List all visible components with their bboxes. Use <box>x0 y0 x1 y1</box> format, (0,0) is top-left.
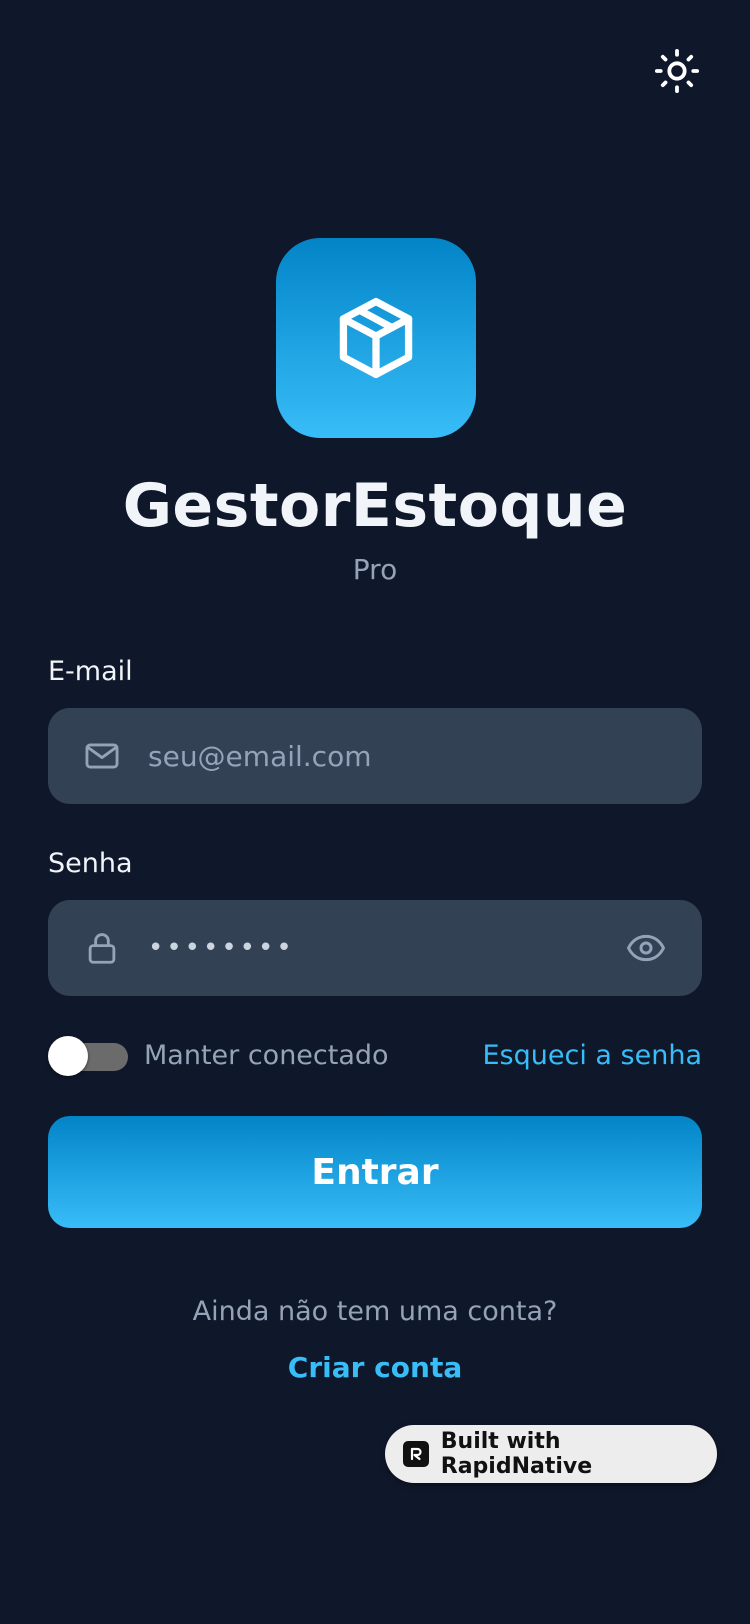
forgot-password-link[interactable]: Esqueci a senha <box>483 1038 703 1074</box>
app-subtitle: Pro <box>352 553 398 586</box>
email-placeholder: seu@email.com <box>148 739 372 773</box>
keep-connected-label: Manter conectado <box>144 1040 389 1071</box>
password-value: •••••••• <box>148 933 295 963</box>
password-field[interactable]: •••••••• <box>48 900 702 996</box>
login-screen: GestorEstoque Pro E-mail seu@email.com S… <box>0 0 750 1624</box>
package-box-icon <box>339 297 413 379</box>
create-account-link[interactable]: Criar conta <box>0 1350 750 1386</box>
lock-icon <box>82 928 122 968</box>
theme-toggle-button[interactable] <box>652 46 702 96</box>
no-account-text: Ainda não tem uma conta? <box>192 1296 558 1327</box>
toggle-knob <box>48 1036 88 1076</box>
password-label: Senha <box>48 848 133 879</box>
email-field[interactable]: seu@email.com <box>48 708 702 804</box>
mail-icon <box>82 736 122 776</box>
login-button[interactable]: Entrar <box>48 1116 702 1228</box>
sun-icon <box>654 48 700 94</box>
rapidnative-logo-icon <box>403 1441 429 1467</box>
email-label: E-mail <box>48 656 133 687</box>
built-with-label: Built with RapidNative <box>440 1429 593 1479</box>
app-logo <box>276 238 476 438</box>
built-with-badge[interactable]: Built with RapidNative <box>385 1425 717 1483</box>
eye-icon[interactable] <box>624 926 668 970</box>
keep-connected-toggle[interactable] <box>48 1036 128 1076</box>
app-title: GestorEstoque <box>122 471 628 541</box>
